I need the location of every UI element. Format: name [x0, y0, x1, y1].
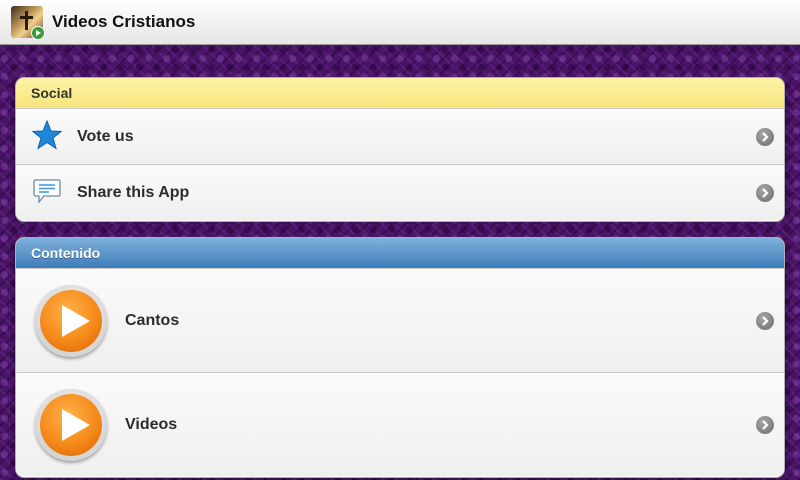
app-title: Videos Cristianos	[52, 12, 196, 31]
chevron-right-icon	[756, 311, 774, 330]
contenido-header: Contenido	[16, 238, 784, 269]
play-icon	[34, 388, 107, 461]
social-panel: Social Vote us Share this App	[15, 77, 785, 222]
videos-item[interactable]: Videos	[16, 373, 784, 476]
videos-label: Videos	[125, 415, 178, 433]
share-app-item[interactable]: Share this App	[16, 165, 784, 220]
vote-us-item[interactable]: Vote us	[16, 109, 784, 165]
play-icon	[34, 284, 107, 357]
cantos-item[interactable]: Cantos	[16, 269, 784, 373]
vote-us-label: Vote us	[77, 127, 134, 145]
share-app-label: Share this App	[77, 183, 190, 201]
chevron-right-icon	[756, 415, 774, 434]
app-bar: Videos Cristianos	[0, 0, 800, 45]
contenido-panel: Contenido Cantos Videos	[15, 237, 785, 478]
app-logo-icon[interactable]	[11, 6, 45, 40]
star-icon	[31, 119, 62, 154]
speech-bubble-icon	[32, 177, 62, 209]
chevron-right-icon	[756, 127, 774, 146]
social-header: Social	[16, 78, 784, 109]
chevron-right-icon	[756, 183, 774, 202]
cantos-label: Cantos	[125, 311, 180, 329]
